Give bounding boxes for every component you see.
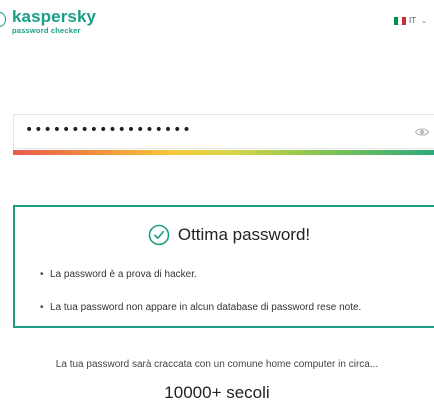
- italy-flag-icon: [394, 16, 406, 25]
- brand-name: kaspersky: [12, 7, 97, 26]
- password-value: ••••••••••••••••••: [25, 122, 192, 138]
- logo-shape-icon: [0, 12, 6, 27]
- brand-subtitle: password checker: [12, 26, 81, 35]
- strength-meter: [13, 150, 434, 155]
- result-header: Ottima password!: [15, 224, 434, 246]
- crack-time-value: 10000+ secoli: [164, 383, 270, 402]
- list-item: La tua password non appare in alcun data…: [40, 302, 361, 314]
- brand-logo[interactable]: kaspersky password checker: [12, 8, 96, 35]
- result-panel: Ottima password! La password è a prova d…: [13, 205, 434, 328]
- password-input[interactable]: ••••••••••••••••••: [13, 114, 434, 149]
- list-item: La password è a prova di hacker.: [40, 269, 361, 281]
- chevron-down-icon: ⌄: [421, 17, 427, 25]
- result-list: La password è a prova di hacker. La tua …: [40, 269, 361, 314]
- check-circle-icon: [148, 224, 170, 246]
- crack-time-note: La tua password sarà craccata con un com…: [55, 359, 379, 370]
- result-title: Ottima password!: [177, 225, 311, 244]
- language-selector[interactable]: IT ⌄: [394, 16, 427, 25]
- eye-icon[interactable]: [414, 124, 430, 140]
- language-code: IT: [409, 16, 417, 25]
